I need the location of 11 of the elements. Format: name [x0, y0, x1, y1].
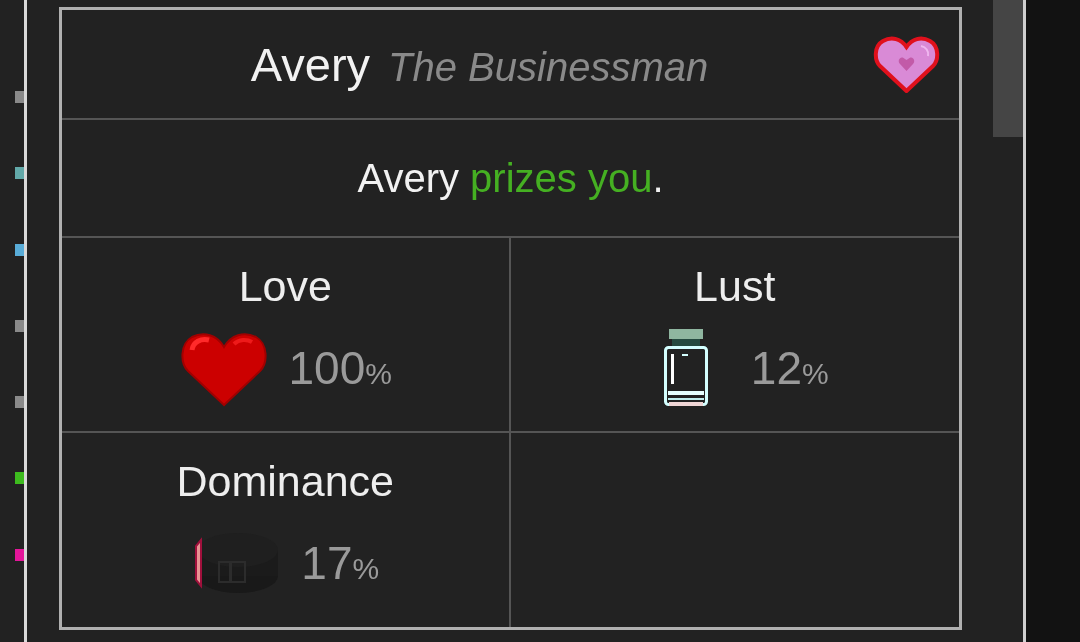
- stat-label: Dominance: [176, 457, 394, 506]
- stat-label: Love: [238, 262, 332, 311]
- jar-icon: [661, 328, 710, 408]
- relationship-status: Avery prizes you.: [357, 158, 664, 198]
- character-subtitle: The Businessman: [388, 46, 709, 87]
- heart-icon: [873, 35, 940, 93]
- stat-percent: 17%: [301, 540, 380, 586]
- stat-percent: 12%: [750, 345, 829, 391]
- scrollbar-thumb[interactable]: [993, 0, 1023, 137]
- stat-label: Lust: [694, 262, 776, 311]
- stat-percent: 100%: [288, 345, 392, 391]
